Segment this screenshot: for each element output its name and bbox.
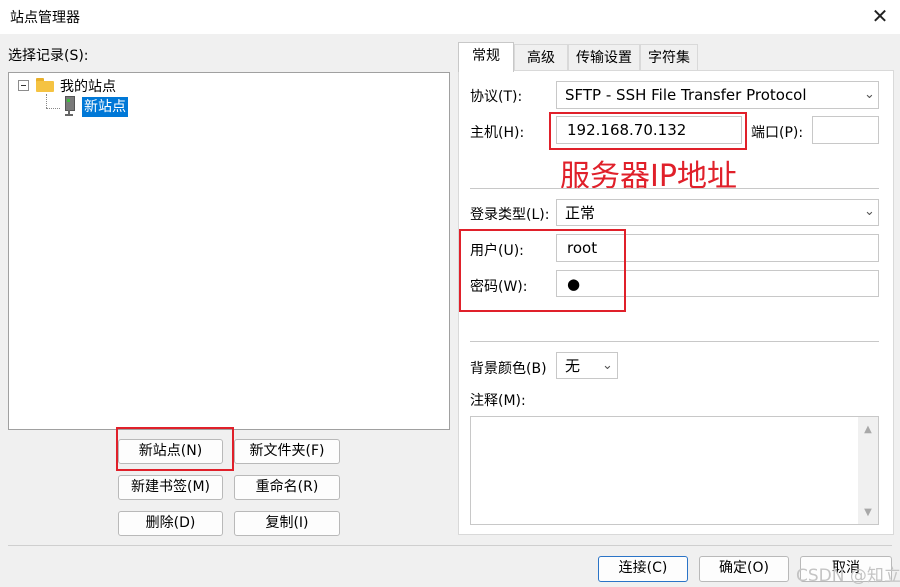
port-input[interactable] <box>812 116 879 144</box>
scroll-up-icon[interactable]: ▲ <box>860 424 876 435</box>
comments-label: 注释(M): <box>470 393 526 409</box>
annotation-box-credentials <box>459 229 626 312</box>
title-bar <box>0 0 900 34</box>
logon-type-select[interactable]: 正常 <box>556 199 879 226</box>
annotation-box-host <box>549 112 747 150</box>
rename-button[interactable]: 重命名(R) <box>234 475 340 500</box>
tab-advanced[interactable]: 高级 <box>514 44 568 70</box>
new-bookmark-button[interactable]: 新建书签(M) <box>118 475 223 500</box>
bg-color-value: 无 <box>565 357 581 375</box>
site-tree[interactable] <box>8 72 450 430</box>
server-icon <box>64 96 75 116</box>
protocol-value: SFTP - SSH File Transfer Protocol <box>565 86 807 104</box>
port-label: 端口(P): <box>751 125 804 141</box>
watermark: CSDN @知立 <box>796 566 900 586</box>
tab-charset[interactable]: 字符集 <box>640 44 698 70</box>
tab-transfer-settings[interactable]: 传输设置 <box>568 44 640 70</box>
logon-type-label: 登录类型(L): <box>470 207 550 223</box>
select-entry-label: 选择记录(S): <box>8 48 89 64</box>
connect-button[interactable]: 连接(C) <box>598 556 688 582</box>
delete-button[interactable]: 删除(D) <box>118 511 223 536</box>
tab-general[interactable]: 常规 <box>458 42 514 72</box>
ok-button[interactable]: 确定(O) <box>699 556 789 582</box>
new-site-button[interactable]: 新站点(N) <box>118 439 223 464</box>
tree-connector <box>46 94 47 108</box>
protocol-select[interactable]: SFTP - SSH File Transfer Protocol <box>556 81 879 109</box>
collapse-toggle-icon[interactable] <box>18 80 29 91</box>
copy-button[interactable]: 复制(I) <box>234 511 340 536</box>
tree-node-my-sites[interactable]: 我的站点 <box>60 76 116 96</box>
close-icon[interactable]: ✕ <box>866 2 894 30</box>
separator <box>470 341 879 342</box>
bg-color-label: 背景颜色(B) <box>470 361 547 377</box>
scroll-down-icon[interactable]: ▼ <box>860 507 876 518</box>
chevron-down-icon: ⌄ <box>864 204 875 219</box>
logon-type-value: 正常 <box>565 204 596 222</box>
folder-icon <box>36 78 54 92</box>
new-folder-button[interactable]: 新文件夹(F) <box>234 439 340 464</box>
tree-connector <box>46 108 60 109</box>
chevron-down-icon: ⌄ <box>602 358 613 373</box>
protocol-label: 协议(T): <box>470 89 523 105</box>
chevron-down-icon: ⌄ <box>864 87 875 102</box>
footer-separator <box>8 545 892 546</box>
comments-textarea[interactable] <box>470 416 879 525</box>
host-label: 主机(H): <box>470 125 525 141</box>
tree-node-new-site[interactable]: 新站点 <box>82 97 128 117</box>
separator <box>470 188 879 189</box>
window-title: 站点管理器 <box>10 10 80 26</box>
